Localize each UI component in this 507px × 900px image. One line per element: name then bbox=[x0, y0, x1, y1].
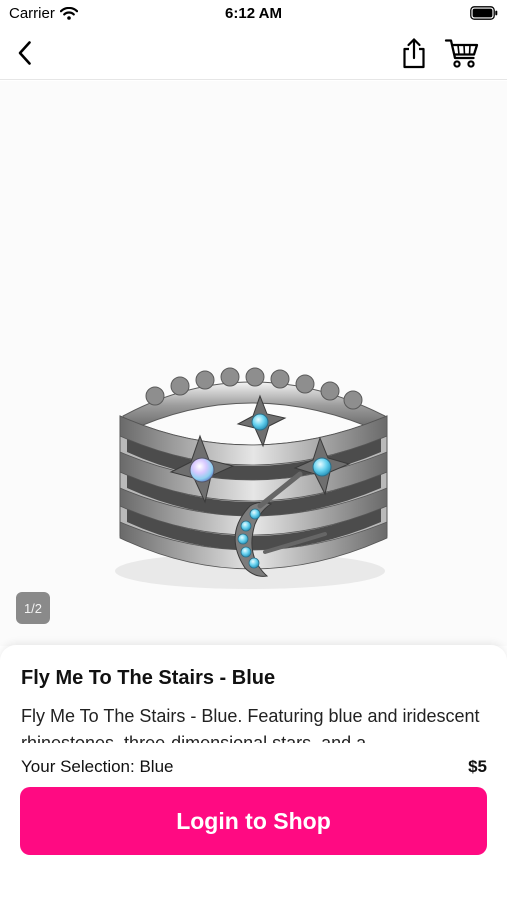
back-button[interactable] bbox=[8, 34, 42, 72]
price-label: $5 bbox=[468, 757, 487, 776]
product-image-gallery[interactable]: 1/2 bbox=[0, 81, 507, 646]
cart-icon bbox=[444, 39, 479, 68]
navigation-bar bbox=[0, 28, 507, 80]
back-chevron-icon bbox=[18, 41, 31, 65]
selection-label: Your Selection: Blue bbox=[21, 757, 174, 776]
product-description: Fly Me To The Stairs - Blue. Featuring b… bbox=[21, 706, 480, 743]
status-bar: Carrier 6:12 AM bbox=[0, 0, 507, 28]
battery-icon bbox=[470, 6, 498, 20]
cart-button[interactable] bbox=[440, 32, 484, 74]
status-time: 6:12 AM bbox=[225, 5, 282, 22]
login-to-shop-button[interactable]: Login to Shop bbox=[20, 787, 487, 855]
product-title: Fly Me To The Stairs - Blue bbox=[21, 667, 276, 689]
purchase-bar: Your Selection: Blue $5 Login to Shop bbox=[0, 748, 507, 900]
image-page-indicator: 1/2 bbox=[16, 592, 50, 624]
product-ring-image bbox=[115, 367, 388, 589]
share-button[interactable] bbox=[395, 32, 433, 74]
share-icon bbox=[403, 38, 425, 69]
